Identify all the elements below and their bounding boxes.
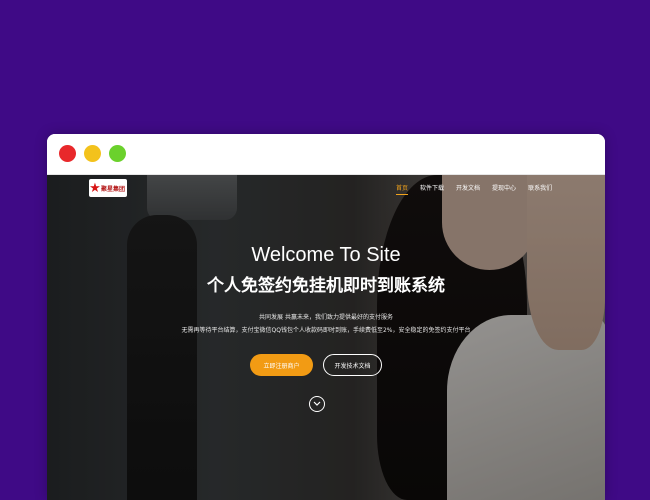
chevron-down-icon[interactable] [309,396,325,412]
register-merchant-button[interactable]: 立即注册商户 [250,354,313,376]
nav-item-contact[interactable]: 联系我们 [522,183,558,192]
nav-item-home[interactable]: 首页 [390,183,414,195]
hero-title-en: Welcome To Site [251,244,401,266]
logo-text: 聚星集团 [101,185,126,193]
nav-item-download[interactable]: 软件下载 [414,183,450,192]
hero-subtitle-2: 无需再等待平台结算，支付宝微信QQ钱包个人收款码即时到账，手续费低至2%，安全稳… [181,327,471,334]
nav-item-docs[interactable]: 开发文档 [450,183,486,192]
main-nav: 首页 软件下载 开发文档 提现中心 联系我们 [390,183,558,195]
browser-window: ★ 聚星集团 首页 软件下载 开发文档 提现中心 联系我们 Welcome To… [47,134,605,500]
hero-title-cn: 个人免签约免挂机即时到账系统 [207,276,445,296]
minimize-dot-icon[interactable] [84,145,101,162]
maximize-dot-icon[interactable] [109,145,126,162]
nav-item-withdraw[interactable]: 提现中心 [486,183,522,192]
dev-docs-button[interactable]: 开发技术文档 [323,354,382,376]
hero-section: ★ 聚星集团 首页 软件下载 开发文档 提现中心 联系我们 Welcome To… [47,175,605,500]
window-titlebar [47,134,605,175]
hero-subtitle-1: 共同发展 共赢未来，我们致力提供最好的支付服务 [259,314,393,321]
star-icon: ★ [89,180,101,196]
hero-overlay [47,175,605,500]
close-dot-icon[interactable] [59,145,76,162]
site-logo[interactable]: ★ 聚星集团 [89,179,127,197]
